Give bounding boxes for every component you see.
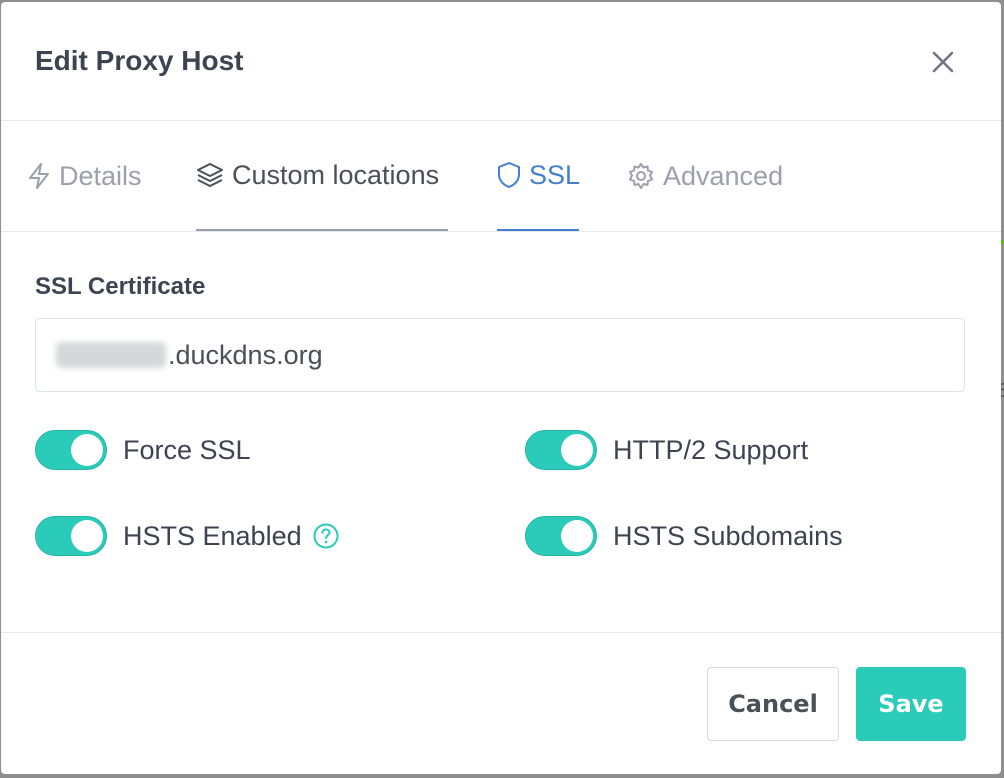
modal-header: Edit Proxy Host (1, 2, 1001, 121)
tab-ssl[interactable]: SSL (497, 121, 581, 231)
hsts-enabled-row: HSTS Enabled (35, 515, 340, 557)
cancel-button[interactable]: Cancel (707, 667, 839, 741)
hsts-subdomains-toggle[interactable] (525, 516, 597, 556)
tab-bar: Details Custom locations SSL Advanced (1, 121, 1001, 232)
shield-icon (497, 161, 521, 189)
hsts-enabled-toggle[interactable] (35, 516, 107, 556)
close-button[interactable] (923, 42, 963, 82)
layers-icon (196, 161, 224, 189)
modal-title: Edit Proxy Host (35, 45, 244, 76)
http2-support-label: HTTP/2 Support (613, 435, 809, 465)
hsts-enabled-label: HSTS Enabled (123, 521, 302, 551)
http2-support-row: HTTP/2 Support (525, 429, 808, 471)
tab-details[interactable]: Details (27, 121, 142, 231)
modal-footer: Cancel Save (1, 632, 1001, 774)
edit-proxy-host-modal: Edit Proxy Host Details Custom locations… (1, 2, 1001, 774)
force-ssl-toggle[interactable] (35, 430, 107, 470)
hsts-subdomains-row: HSTS Subdomains (525, 515, 843, 557)
redacted-subdomain (56, 342, 166, 368)
ssl-certificate-value: .duckdns.org (168, 339, 323, 370)
tab-custom-locations[interactable]: Custom locations (196, 121, 448, 231)
lightning-icon (27, 162, 51, 190)
force-ssl-row: Force SSL (35, 429, 251, 471)
ssl-certificate-label: SSL Certificate (35, 273, 206, 300)
save-button[interactable]: Save (856, 667, 966, 741)
tab-details-label: Details (59, 160, 142, 191)
tab-advanced[interactable]: Advanced (627, 121, 783, 231)
help-circle-icon[interactable] (312, 522, 340, 550)
force-ssl-label: Force SSL (123, 435, 251, 465)
hsts-subdomains-label: HSTS Subdomains (613, 521, 843, 551)
tab-custom-locations-label: Custom locations (232, 159, 440, 190)
tab-advanced-label: Advanced (663, 160, 784, 191)
gear-icon (627, 162, 655, 190)
tab-ssl-label: SSL (529, 159, 581, 190)
ssl-certificate-select[interactable]: .duckdns.org (35, 318, 965, 392)
http2-support-toggle[interactable] (525, 430, 597, 470)
close-icon (932, 51, 954, 73)
